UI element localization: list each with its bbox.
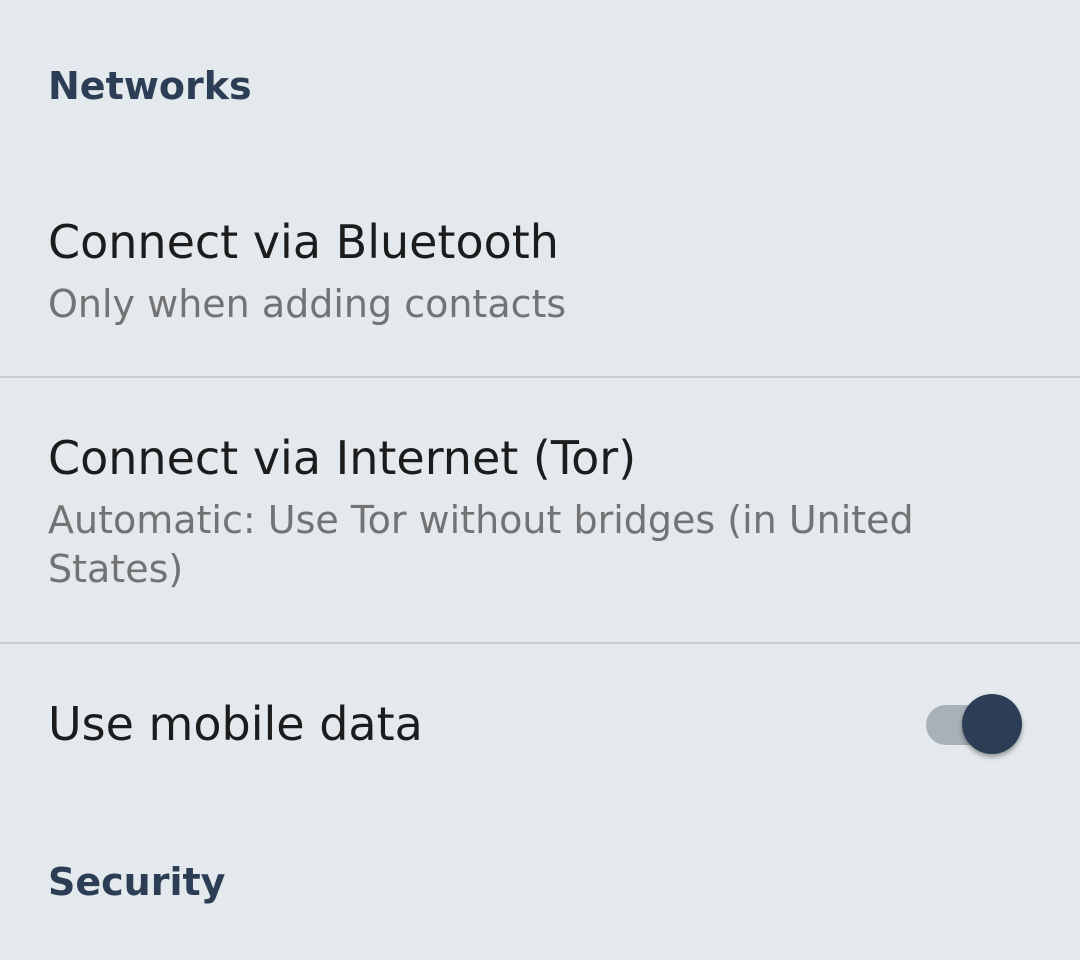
- category-security-header: Security: [48, 860, 226, 904]
- connect-via-bluetooth-title: Connect via Bluetooth: [48, 215, 559, 269]
- switch-thumb: [962, 694, 1022, 754]
- connect-via-internet-title: Connect via Internet (Tor): [48, 431, 637, 485]
- category-networks-header: Networks: [48, 64, 252, 108]
- connect-via-bluetooth-summary: Only when adding contacts: [48, 282, 567, 326]
- use-mobile-data-switch[interactable]: [924, 694, 1022, 754]
- use-mobile-data-title: Use mobile data: [48, 697, 423, 751]
- connect-via-bluetooth-preference[interactable]: Connect via Bluetooth Only when adding c…: [0, 180, 1080, 376]
- settings-screen: Networks Connect via Bluetooth Only when…: [0, 0, 1080, 960]
- connect-via-internet-summary: Automatic: Use Tor without bridges (in U…: [48, 498, 914, 591]
- use-mobile-data-preference[interactable]: Use mobile data: [0, 644, 1080, 804]
- connect-via-internet-preference[interactable]: Connect via Internet (Tor) Automatic: Us…: [0, 378, 1080, 642]
